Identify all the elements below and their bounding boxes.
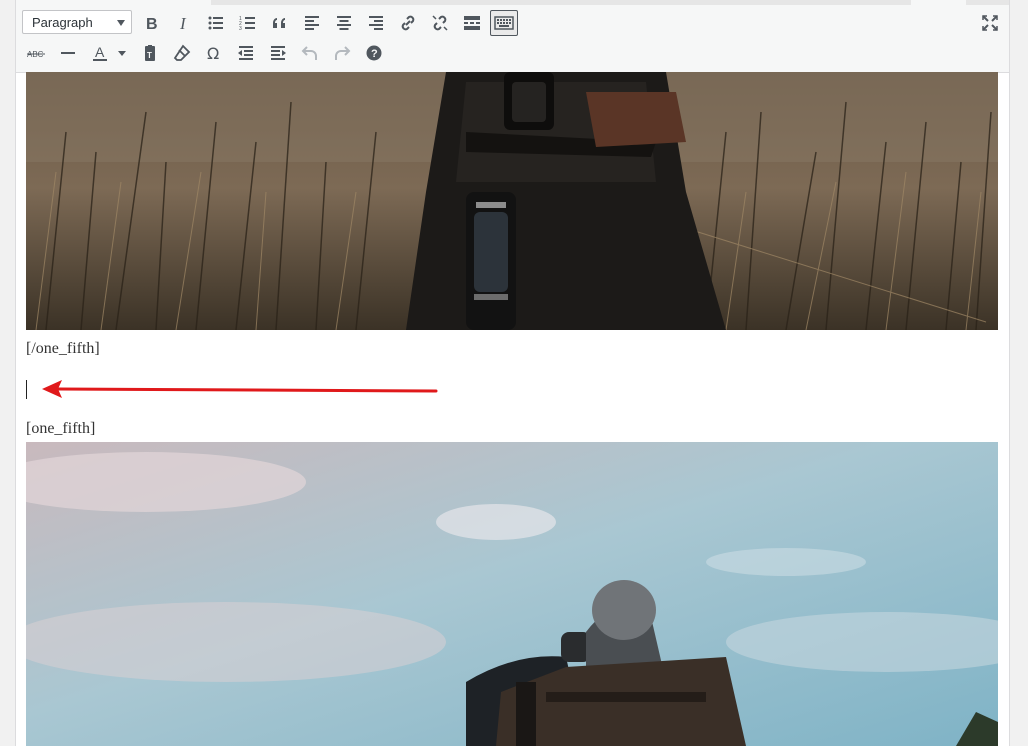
align-left-icon [305, 16, 319, 30]
text-color-dropdown[interactable] [112, 40, 132, 66]
text-color-icon: A [93, 44, 107, 61]
keyboard-icon [494, 16, 514, 30]
quote-icon [273, 18, 285, 28]
backpack-grass-photo [26, 72, 998, 330]
strikethrough-button[interactable]: ABC [22, 40, 50, 66]
svg-text:?: ? [371, 48, 378, 60]
numbered-list-icon: 123 [239, 16, 255, 32]
horizontal-line-button[interactable] [54, 40, 82, 66]
bold-icon: B [146, 16, 158, 33]
link-icon [401, 15, 415, 31]
redo-button[interactable] [328, 40, 356, 66]
svg-text:T: T [147, 51, 152, 60]
annotation-arrow [42, 380, 438, 398]
shortcode-close: [/one_fifth] [26, 340, 100, 357]
chevron-down-icon [117, 20, 125, 26]
unlink-icon [432, 15, 448, 31]
hiker-sky-photo [26, 442, 998, 746]
bulleted-list-button[interactable] [202, 10, 230, 36]
omega-icon: Ω [207, 44, 219, 63]
numbered-list-button[interactable]: 123 [234, 10, 262, 36]
redo-icon [335, 46, 351, 60]
undo-icon [301, 46, 317, 60]
text-color-button[interactable]: A [86, 40, 114, 66]
blockquote-button[interactable] [266, 10, 294, 36]
indent-icon [271, 46, 286, 60]
svg-text:3: 3 [239, 26, 242, 32]
read-more-icon [464, 16, 480, 30]
italic-button[interactable]: I [170, 10, 198, 36]
fullscreen-icon [982, 15, 998, 31]
image-hiker-sky[interactable] [26, 442, 998, 746]
clear-formatting-button[interactable] [168, 40, 196, 66]
special-character-button[interactable]: Ω [200, 40, 228, 66]
help-icon: ? [366, 45, 382, 61]
decrease-indent-button[interactable] [232, 40, 260, 66]
svg-text:Ω: Ω [207, 44, 219, 63]
align-center-icon [337, 16, 351, 30]
text-cursor [26, 380, 27, 399]
italic-icon: I [179, 14, 187, 33]
insert-link-button[interactable] [394, 10, 422, 36]
align-left-button[interactable] [298, 10, 326, 36]
svg-text:A: A [95, 44, 105, 60]
align-right-button[interactable] [362, 10, 390, 36]
bulleted-list-icon [208, 16, 223, 30]
svg-text:I: I [179, 14, 187, 33]
editor-toolbar: Paragraph B I 123 ABC A T Ω ? [16, 0, 1009, 73]
align-center-button[interactable] [330, 10, 358, 36]
increase-indent-button[interactable] [264, 40, 292, 66]
editor-panel: Paragraph B I 123 ABC A T Ω ? [/one_fift… [15, 0, 1010, 746]
format-select-value: Paragraph [32, 15, 93, 30]
strikethrough-icon: ABC [27, 50, 45, 59]
horizontal-line-icon [61, 52, 75, 54]
image-backpack-grass[interactable] [26, 72, 998, 330]
shortcode-open: [one_fifth] [26, 420, 96, 437]
format-select[interactable]: Paragraph [22, 10, 132, 34]
remove-link-button[interactable] [426, 10, 454, 36]
align-right-icon [369, 16, 383, 30]
outdent-icon [238, 46, 253, 60]
tab-strip-right [966, 0, 1009, 5]
fullscreen-button[interactable] [976, 10, 1004, 36]
svg-text:B: B [146, 16, 158, 33]
caret-down-icon [118, 51, 126, 56]
keyboard-shortcuts-button[interactable]: ? [360, 40, 388, 66]
undo-button[interactable] [296, 40, 324, 66]
toolbar-toggle-button[interactable] [490, 10, 518, 36]
eraser-icon [173, 44, 191, 61]
tab-strip [211, 0, 911, 5]
bold-button[interactable]: B [138, 10, 166, 36]
paste-as-text-button[interactable]: T [136, 40, 164, 66]
paste-text-icon: T [145, 45, 155, 61]
read-more-button[interactable] [458, 10, 486, 36]
